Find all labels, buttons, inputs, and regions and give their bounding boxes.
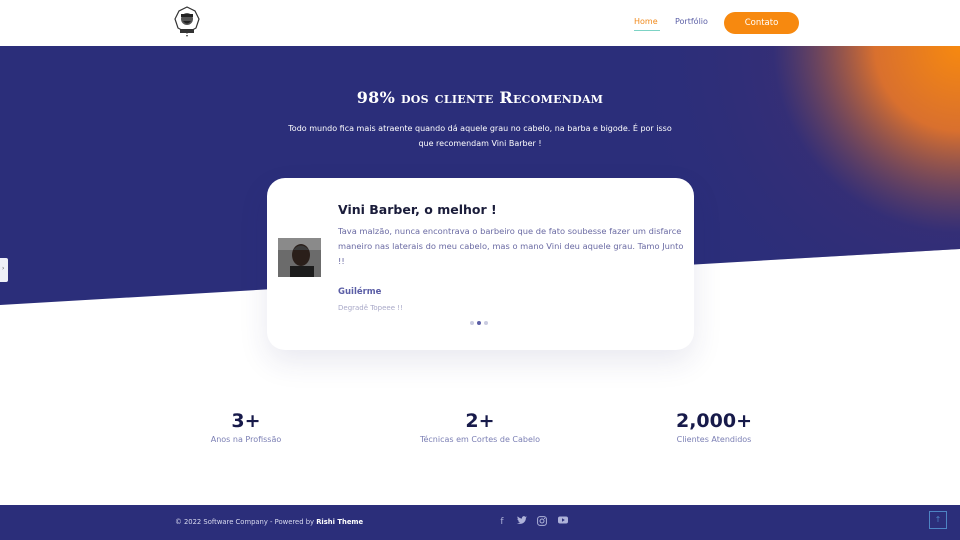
contato-button[interactable]: Contato	[724, 12, 799, 34]
side-panel-toggle[interactable]: ›	[0, 258, 8, 282]
barber-logo-icon[interactable]	[172, 6, 202, 38]
theme-link[interactable]: Rishi Theme	[316, 518, 363, 526]
stat-value: 2,000+	[675, 410, 753, 432]
scroll-to-top-button[interactable]: ↑	[929, 511, 947, 529]
chevron-right-icon: ›	[2, 265, 5, 272]
stat-value: 3+	[231, 410, 261, 432]
stat-label: Anos na Profissão	[210, 435, 282, 444]
stat-label: Técnicas em Cortes de Cabelo	[419, 435, 541, 444]
site-footer: © 2022 Software Company - Powered by Ris…	[0, 505, 960, 540]
testimonial-title: Vini Barber, o melhor !	[338, 202, 497, 217]
stat-techniques: 2+ Técnicas em Cortes de Cabelo	[370, 410, 590, 444]
hero-subtitle: Todo mundo fica mais atraente quando dá …	[288, 124, 672, 148]
carousel-dot[interactable]	[484, 321, 488, 325]
nav-active-indicator	[634, 30, 660, 31]
youtube-icon[interactable]	[557, 516, 569, 528]
testimonial-card: Vini Barber, o melhor ! Tava malzão, nun…	[267, 178, 694, 350]
stat-label: Clientes Atendidos	[676, 435, 752, 444]
instagram-icon[interactable]	[536, 516, 548, 528]
stat-value: 2+	[465, 410, 495, 432]
testimonial-role: Degradê Topeee !!	[338, 304, 403, 312]
site-header: Home Portfólio Contato	[0, 0, 960, 46]
carousel-dot-active[interactable]	[477, 321, 481, 325]
facebook-icon[interactable]: f	[496, 516, 508, 528]
hero-title: 98% dos cliente Recomendam	[356, 88, 604, 107]
nav-portfolio-link[interactable]: Portfólio	[675, 17, 708, 26]
footer-copyright: © 2022 Software Company - Powered by Ris…	[175, 518, 363, 526]
twitter-icon[interactable]	[516, 516, 528, 528]
copyright-text: © 2022 Software Company - Powered by	[175, 518, 317, 526]
arrow-up-icon: ↑	[934, 515, 942, 524]
carousel-dot[interactable]	[470, 321, 474, 325]
customer-avatar	[278, 238, 321, 277]
stat-clients: 2,000+ Clientes Atendidos	[604, 410, 824, 444]
nav-home-link[interactable]: Home	[634, 17, 658, 26]
carousel-dots	[470, 321, 488, 325]
stat-years: 3+ Anos na Profissão	[136, 410, 356, 444]
testimonial-author: Guilérme	[338, 287, 382, 297]
testimonial-text: Tava malzão, nunca encontrava o barbeiro…	[338, 226, 684, 266]
